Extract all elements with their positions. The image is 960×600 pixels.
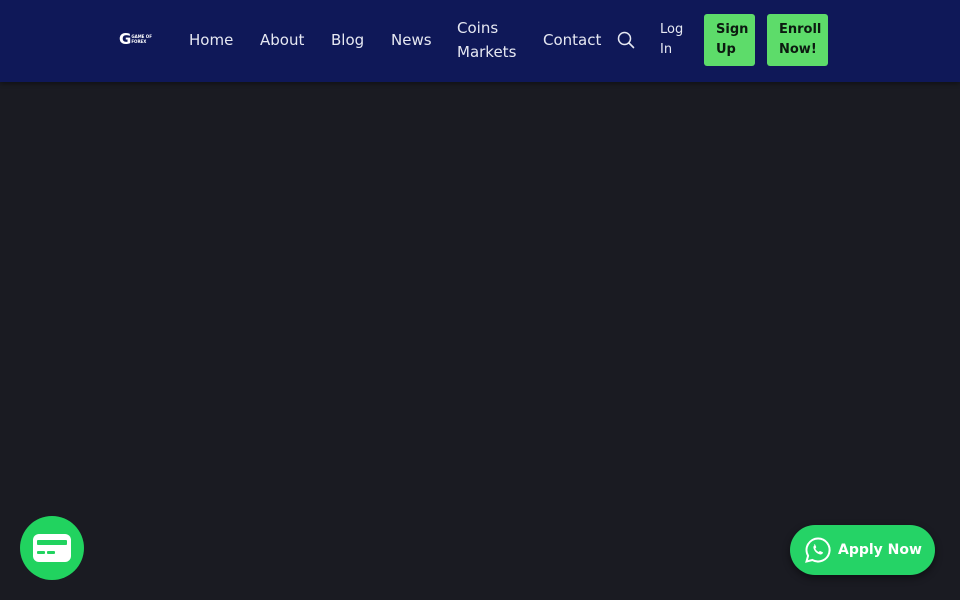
nav-coins-markets-line-2: Markets [457, 43, 517, 61]
apply-now-label: Apply Now [838, 542, 922, 558]
nav-news[interactable]: News [391, 28, 432, 52]
nav-coins-markets[interactable]: Coins Markets [457, 16, 516, 64]
page-content [0, 82, 960, 600]
nav-coins-markets-line-1: Coins [457, 19, 499, 37]
search-icon[interactable] [617, 31, 635, 49]
logo-mark: G [119, 30, 131, 48]
top-navbar: G GAME OF FOREX Home About Blog News Coi… [0, 0, 960, 82]
enroll-line-2: Now! [779, 42, 817, 57]
login-line-2: In [660, 42, 673, 57]
site-logo[interactable]: G GAME OF FOREX [119, 31, 152, 47]
login-line-1: Log [660, 22, 684, 37]
chat-widget-icon [33, 534, 71, 562]
signup-line-2: Up [716, 42, 736, 57]
logo-wordmark: GAME OF FOREX [131, 34, 152, 44]
signup-button[interactable]: Sign Up [704, 14, 755, 66]
nav-about[interactable]: About [260, 28, 304, 52]
nav-contact[interactable]: Contact [543, 28, 601, 52]
nav-blog[interactable]: Blog [331, 28, 364, 52]
signup-line-1: Sign [716, 22, 749, 37]
enroll-line-1: Enroll [779, 22, 822, 37]
nav-home[interactable]: Home [189, 28, 233, 52]
login-link[interactable]: Log In [660, 20, 683, 60]
chat-widget-button[interactable] [20, 516, 84, 580]
logo-line-2: FOREX [131, 39, 147, 44]
apply-now-whatsapp-button[interactable]: Apply Now [790, 525, 935, 575]
enroll-now-button[interactable]: Enroll Now! [767, 14, 828, 66]
whatsapp-icon [805, 537, 831, 563]
